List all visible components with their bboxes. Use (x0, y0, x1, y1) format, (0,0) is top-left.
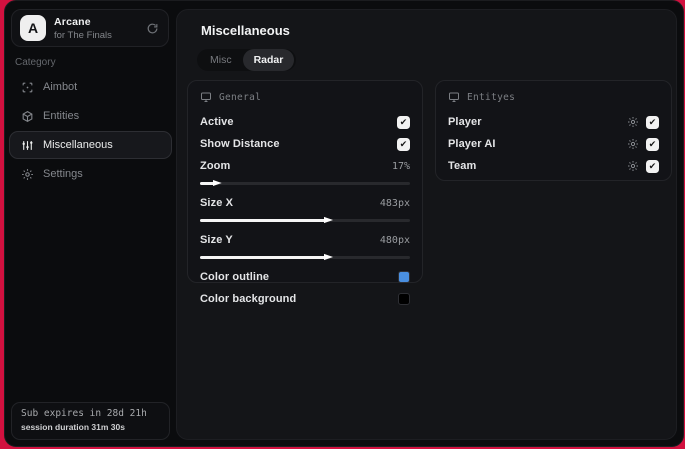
slider-track (200, 179, 410, 187)
sidebar-nav: Aimbot Entities Miscellaneous Settings (9, 73, 172, 188)
app-window: A Arcane for The Finals Category Aimbot … (4, 0, 684, 447)
slider-row-zoom: Zoom 17% (200, 155, 410, 177)
sliders-icon (20, 138, 34, 152)
tab-strip: Misc Radar (197, 49, 297, 71)
tab-misc[interactable]: Misc (199, 49, 243, 71)
color-row-outline: Color outline (200, 266, 410, 288)
team-checkbox[interactable]: ✔ (646, 159, 659, 173)
entities-icon (20, 109, 34, 123)
color-label: Color background (200, 293, 297, 305)
show-distance-checkbox[interactable]: ✔ (397, 137, 410, 151)
page-title: Miscellaneous (201, 23, 290, 38)
category-label: Category (15, 57, 56, 68)
slider-row-size-y: Size Y 480px (200, 229, 410, 251)
entity-label: Player (448, 116, 482, 128)
sidebar: A Arcane for The Finals Category Aimbot … (5, 1, 176, 446)
entity-row-player: Player ✔ (448, 111, 659, 133)
slider-fill (200, 181, 215, 185)
entity-label: Team (448, 160, 477, 172)
entity-row-player-ai: Player AI ✔ (448, 133, 659, 155)
slider-label: Size X (200, 197, 234, 209)
color-row-background: Color background (200, 288, 410, 310)
sub-expiry-text: Sub expires in 28d 21h (21, 408, 147, 419)
brand-subtitle: for The Finals (54, 29, 112, 41)
monitor-icon (200, 91, 212, 103)
sidebar-item-miscellaneous[interactable]: Miscellaneous (9, 131, 172, 159)
player-ai-checkbox[interactable]: ✔ (646, 137, 659, 151)
toggle-label: Show Distance (200, 138, 280, 150)
player-checkbox[interactable]: ✔ (646, 115, 659, 129)
general-card: General Active ✔ Show Distance ✔ Zoom 17… (187, 80, 423, 305)
slider-track (200, 216, 410, 224)
sidebar-item-label: Aimbot (43, 81, 78, 93)
sidebar-item-settings[interactable]: Settings (9, 160, 172, 188)
brand-title: Arcane (54, 15, 91, 28)
sidebar-item-label: Miscellaneous (43, 139, 113, 151)
toggle-row-show-distance: Show Distance ✔ (200, 133, 410, 155)
app-logo: A (20, 15, 46, 41)
monitor-icon (448, 91, 460, 103)
color-outline-swatch[interactable] (398, 271, 410, 283)
player-gear-icon[interactable] (627, 116, 639, 128)
slider-track (200, 253, 410, 261)
slider-row-size-x: Size X 483px (200, 192, 410, 214)
player-ai-gear-icon[interactable] (627, 138, 639, 150)
session-duration-text: session duration 31m 30s (21, 422, 125, 432)
entities-card: Entityes Player ✔ Player AI ✔ Team ✔ (435, 80, 672, 181)
slider-label: Size Y (200, 234, 233, 246)
brand-text: Arcane for The Finals (54, 16, 144, 41)
brand-card: A Arcane for The Finals (11, 9, 169, 47)
slider-thumb[interactable] (324, 216, 333, 224)
size-x-slider[interactable] (200, 215, 410, 225)
main-panel: Miscellaneous Misc Radar General Active … (176, 9, 677, 440)
active-checkbox[interactable]: ✔ (397, 115, 410, 129)
color-label: Color outline (200, 271, 270, 283)
sidebar-item-label: Entities (43, 110, 80, 122)
entity-label: Player AI (448, 138, 496, 150)
color-background-swatch[interactable] (398, 293, 410, 305)
refresh-icon[interactable] (144, 20, 160, 36)
size-x-value: 483px (379, 197, 410, 209)
entities-card-header: Entityes (448, 91, 659, 103)
toggle-label: Active (200, 116, 234, 128)
size-y-slider[interactable] (200, 252, 410, 262)
gear-icon (20, 167, 34, 181)
entities-card-title: Entityes (467, 91, 516, 103)
slider-thumb[interactable] (324, 253, 333, 261)
slider-label: Zoom (200, 160, 231, 172)
general-card-header: General (200, 91, 410, 103)
general-card-title: General (219, 91, 262, 103)
size-y-value: 480px (379, 234, 410, 246)
toggle-row-active: Active ✔ (200, 111, 410, 133)
sidebar-item-aimbot[interactable]: Aimbot (9, 73, 172, 101)
zoom-slider[interactable] (200, 178, 410, 188)
zoom-value: 17% (391, 160, 410, 172)
slider-thumb[interactable] (212, 179, 222, 187)
slider-fill (200, 255, 326, 259)
subscription-card: Sub expires in 28d 21h session duration … (11, 402, 170, 440)
sidebar-item-entities[interactable]: Entities (9, 102, 172, 130)
team-gear-icon[interactable] (627, 160, 639, 172)
sidebar-item-label: Settings (43, 168, 83, 180)
tab-radar[interactable]: Radar (242, 49, 295, 71)
slider-fill (200, 218, 326, 222)
entity-row-team: Team ✔ (448, 155, 659, 177)
crosshair-icon (20, 80, 34, 94)
